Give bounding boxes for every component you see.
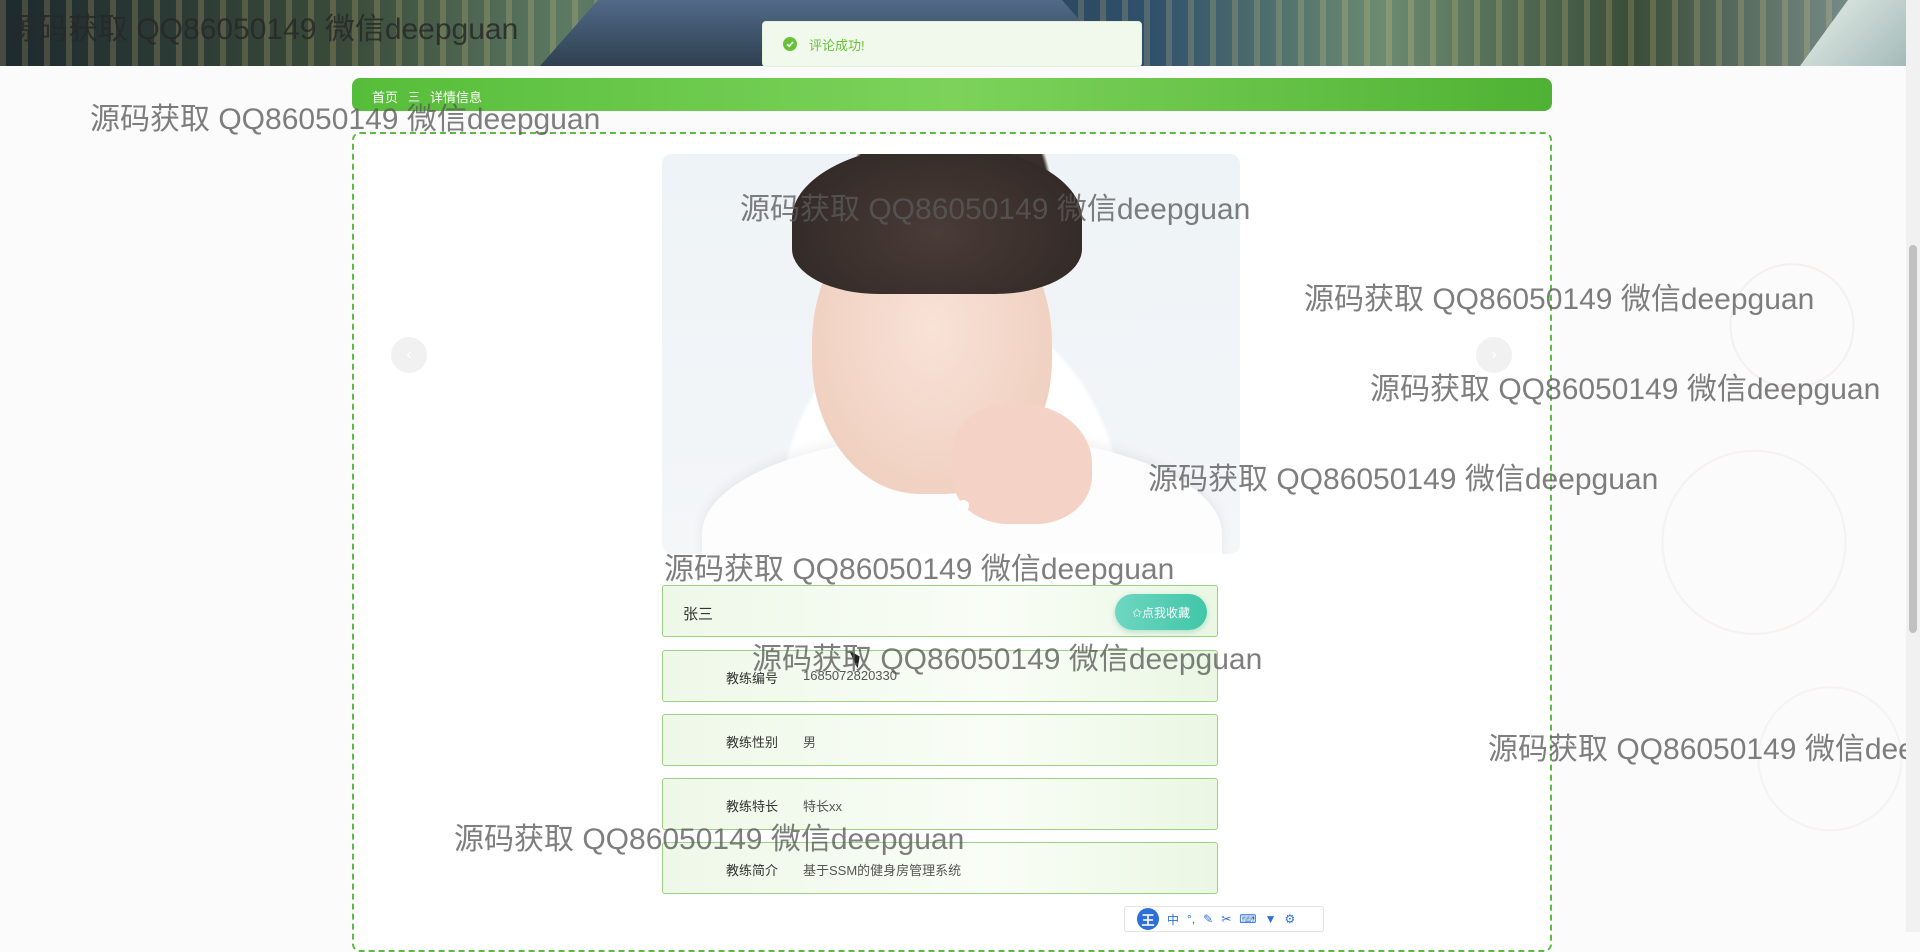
breadcrumb: 首页 三 详情信息 [372,87,482,106]
field-label: 教练编号 [726,671,779,686]
name-row: 张三 ✩点我收藏 [662,585,1218,637]
photo-hand [952,404,1092,524]
field-row-intro: 教练简介 基于SSM的健身房管理系统 [662,842,1218,894]
chevron-right-icon: › [1491,346,1497,363]
field-value: 特长xx [803,799,843,814]
field-row-specialty: 教练特长 特长xx [662,778,1218,830]
field-row-coach-id: 教练编号 1685072820330 [662,650,1218,702]
shirt-icon[interactable]: ▼ [1265,912,1277,926]
field-label: 教练简介 [726,863,779,878]
field-value: 1685072820330 [803,668,897,683]
field-value: 男 [803,735,817,750]
check-circle-icon [783,37,797,51]
breadcrumb-separator: 三 [408,90,421,104]
punctuation-icon[interactable]: °, [1187,912,1195,926]
scrollbar[interactable] [1906,0,1920,932]
favorite-button[interactable]: ✩点我收藏 [1115,594,1207,630]
breadcrumb-bar: 首页 三 详情信息 [352,78,1552,111]
scrollbar-thumb[interactable] [1909,245,1917,633]
coach-name: 张三 [683,606,714,623]
chevron-left-icon: ‹ [406,346,412,363]
carousel-next-button[interactable]: › [1476,337,1512,373]
ime-logo-icon[interactable]: 王 [1137,908,1159,930]
ime-mode[interactable]: 中 [1167,911,1179,928]
photo-hair [792,154,1082,294]
floral-decoration [1526,66,1906,932]
breadcrumb-current: 详情信息 [430,90,483,105]
ime-toolbar[interactable]: 王 中 °, ✎ ✂ ⌨ ▼ ⚙ [1124,906,1324,932]
scissors-icon[interactable]: ✂ [1221,912,1231,926]
carousel-prev-button[interactable]: ‹ [391,337,427,373]
field-label: 教练性别 [726,735,779,750]
field-row-gender: 教练性别 男 [662,714,1218,766]
keyboard-icon[interactable]: ⌨ [1239,912,1256,926]
toast-message: 评论成功! [809,37,865,53]
breadcrumb-home[interactable]: 首页 [372,87,398,106]
coach-photo [662,154,1240,554]
field-value: 基于SSM的健身房管理系统 [803,863,962,878]
gear-icon[interactable]: ⚙ [1285,912,1296,926]
carousel-indicator[interactable] [958,500,969,511]
field-label: 教练特长 [726,799,779,814]
success-toast: 评论成功! [762,21,1142,67]
pen-icon[interactable]: ✎ [1203,912,1213,926]
